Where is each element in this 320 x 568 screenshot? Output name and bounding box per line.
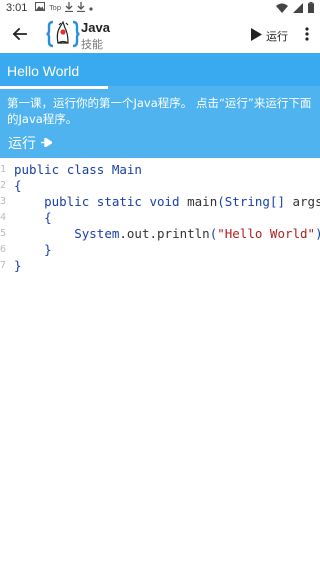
line-number: 7 — [0, 260, 7, 271]
code-type: String[] — [224, 194, 285, 209]
play-icon — [251, 26, 262, 45]
code-brace: } — [14, 258, 22, 273]
line-number: 1 — [0, 164, 7, 175]
status-bar: 3:01 Top — [0, 0, 320, 16]
code-field: out — [126, 226, 150, 241]
code-arg: args — [284, 194, 320, 209]
code-keyword: void — [149, 194, 180, 209]
code-editor[interactable]: 1 public class Main 2 { 3 public static … — [0, 158, 320, 568]
image-icon — [35, 2, 46, 14]
line-number: 2 — [0, 180, 7, 191]
code-paren: ); — [315, 226, 320, 241]
tab-indicator — [0, 86, 108, 89]
download-icon — [65, 1, 74, 15]
lesson-tab-hello-world[interactable]: Hello World — [7, 63, 79, 79]
code-brace: } — [44, 242, 52, 257]
code-class-name: Main — [111, 162, 142, 177]
code-line: 3 public static void main(String[] args) — [0, 194, 320, 210]
code-method: println — [157, 226, 210, 241]
code-brace: { — [44, 210, 52, 225]
back-arrow-icon[interactable] — [10, 24, 30, 44]
code-line: 1 public class Main — [0, 162, 142, 178]
code-paren: ( — [217, 194, 225, 209]
lesson-run-button[interactable]: 运行 — [8, 133, 54, 153]
lesson-panel: Hello World 第一课，运行你的第一个Java程序。 点击“运行”来运行… — [0, 53, 320, 158]
lesson-description: 第一课，运行你的第一个Java程序。 点击“运行”来运行下面的Java程序。 — [7, 96, 312, 126]
status-icons: Top — [35, 1, 93, 15]
code-keyword: class — [66, 162, 105, 177]
code-brace: { — [14, 178, 22, 193]
app-subtitle: 技能 — [81, 38, 103, 51]
more-vertical-icon[interactable] — [304, 25, 310, 43]
code-line: 4 { — [0, 210, 52, 226]
code-line: 2 { — [0, 178, 30, 194]
line-number: 3 — [0, 196, 7, 207]
code-string: "Hello World" — [217, 226, 316, 241]
code-dot: . — [149, 226, 158, 241]
line-number: 6 — [0, 244, 7, 255]
app-bar: Java 技能 运行 — [0, 16, 320, 52]
code-keyword: public — [44, 194, 90, 209]
app-title: Java — [81, 20, 110, 35]
status-time: 3:01 — [6, 2, 28, 14]
code-line: 6 } — [0, 242, 52, 258]
lesson-tab-bar: Hello World — [0, 53, 320, 86]
code-class-ref: System — [74, 226, 120, 241]
run-button-label: 运行 — [266, 29, 288, 43]
battery-icon — [308, 2, 314, 16]
java-logo-icon — [46, 19, 80, 49]
play-arrow-icon — [41, 135, 54, 151]
code-line: 7 } — [0, 258, 30, 274]
signal-icon — [293, 2, 303, 16]
code-dot: . — [119, 226, 127, 241]
top-icon: Top — [49, 4, 62, 12]
code-line: 5 System.out.println("Hello World"); — [0, 226, 320, 242]
download-icon — [77, 1, 86, 15]
run-button[interactable]: 运行 — [251, 26, 288, 45]
dot-icon — [89, 3, 93, 14]
line-number: 4 — [0, 212, 7, 223]
wifi-icon — [276, 3, 288, 16]
code-keyword: public — [14, 162, 60, 177]
code-method: main — [187, 194, 218, 209]
lesson-run-label: 运行 — [8, 136, 36, 152]
status-right — [276, 2, 314, 16]
line-number: 5 — [0, 228, 7, 239]
code-keyword: static — [96, 194, 142, 209]
